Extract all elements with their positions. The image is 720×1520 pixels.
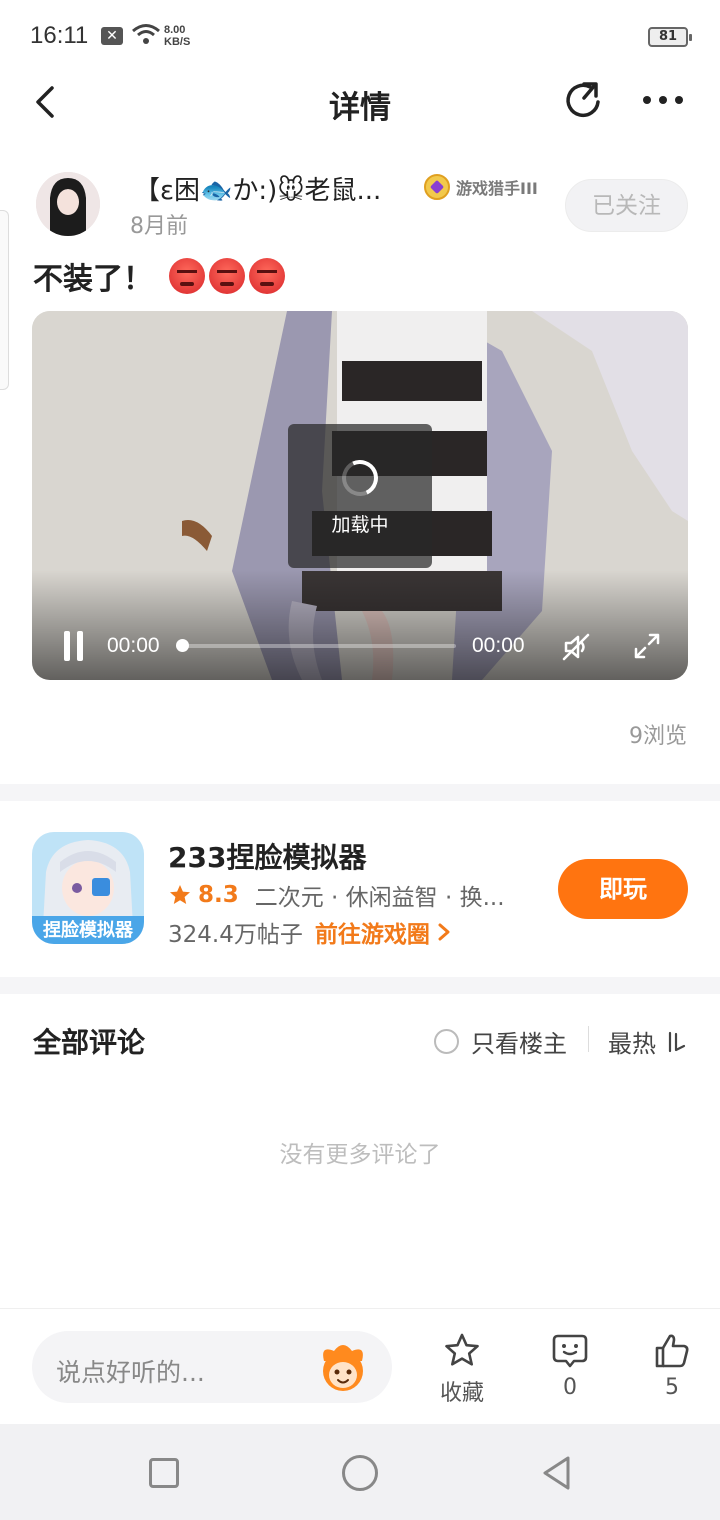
author-badge: 游戏猎手III [424, 172, 538, 202]
section-divider [0, 977, 720, 994]
comments-title: 全部评论 [33, 1026, 146, 1059]
notification-icon: ✕ [101, 27, 123, 45]
post-time: 8月前 [130, 214, 188, 239]
thumbs-up-icon [655, 1334, 689, 1368]
net-speed: 8.00 KB/S [164, 24, 191, 48]
game-name[interactable]: 233捏脸模拟器 [168, 836, 366, 876]
favorite-label: 收藏 [439, 1381, 484, 1406]
loading-spinner-icon [336, 454, 384, 502]
comment-input[interactable]: 说点好听的... [32, 1331, 392, 1403]
total-time: 00:00 [472, 634, 525, 657]
badge-label: 游戏猎手III [456, 179, 538, 198]
wifi-icon [132, 24, 160, 44]
more-icon[interactable] [640, 82, 686, 118]
post-title-text: 不装了！ [33, 262, 153, 297]
battery-icon: 81 [648, 27, 692, 47]
star-icon [170, 885, 190, 904]
comment-count: 0 [563, 1375, 577, 1400]
status-bar: 16:11 ✕ 8.00 KB/S 81 [0, 0, 720, 72]
like-button[interactable]: 5 [637, 1331, 707, 1400]
system-nav-bar [0, 1424, 720, 1520]
game-meta: 8.3 二次元 · 休闲益智 · 换... [168, 878, 508, 912]
recent-apps-icon[interactable] [149, 1458, 179, 1488]
comment-button[interactable]: 0 [535, 1331, 605, 1400]
page-title: 详情 [329, 90, 391, 126]
sort-icon [668, 1031, 686, 1052]
home-icon[interactable] [342, 1455, 378, 1491]
angry-face-icon [169, 258, 205, 294]
game-tags: 二次元 · 休闲益智 · 换... [254, 885, 505, 911]
like-count: 5 [665, 1375, 679, 1400]
only-owner-toggle[interactable]: 只看楼主 [434, 1024, 567, 1059]
view-count: 9浏览 [629, 724, 687, 749]
mute-icon[interactable] [560, 631, 592, 663]
badge-medal-icon [424, 174, 450, 200]
play-now-button[interactable]: 即玩 [558, 859, 688, 919]
follow-button[interactable]: 已关注 [565, 179, 688, 232]
game-icon[interactable]: 捏脸模拟器 [32, 832, 144, 944]
svg-text:捏脸模拟器: 捏脸模拟器 [43, 919, 134, 941]
video-player[interactable]: 加载中 00:00 00:00 [32, 311, 688, 680]
mascot-emoji-icon[interactable] [316, 1341, 370, 1393]
loading-overlay: 加载中 [288, 424, 432, 568]
chevron-right-icon [438, 923, 450, 941]
angry-emojis [169, 258, 285, 294]
sort-button[interactable]: 最热 [608, 1024, 688, 1059]
pause-icon[interactable] [62, 631, 86, 661]
angry-face-icon [249, 258, 285, 294]
author-avatar[interactable] [36, 172, 100, 236]
side-edge-tab[interactable] [0, 210, 9, 390]
comment-placeholder: 说点好听的... [56, 1358, 205, 1387]
game-posts-row: 324.4万帖子 前往游戏圈 [168, 915, 452, 949]
nav-back-icon[interactable] [540, 1454, 572, 1492]
top-bar: 详情 [0, 72, 720, 136]
status-time: 16:11 [30, 22, 89, 49]
author-name[interactable]: 【ε困🐟か:)🐭老鼠... [134, 170, 404, 207]
bottom-action-bar: 说点好听的... 收藏 0 5 [0, 1308, 720, 1424]
angry-face-icon [209, 258, 245, 294]
current-time: 00:00 [107, 634, 160, 657]
section-divider [0, 784, 720, 801]
video-progress-bar[interactable] [176, 639, 456, 652]
radio-icon[interactable] [434, 1029, 459, 1054]
comment-icon [552, 1334, 588, 1368]
star-outline-icon [445, 1333, 479, 1366]
favorite-button[interactable]: 收藏 [427, 1331, 497, 1407]
loading-text: 加载中 [331, 514, 389, 536]
divider [588, 1026, 589, 1052]
game-rating: 8.3 [198, 882, 239, 908]
goto-game-circle-link[interactable]: 前往游戏圈 [315, 915, 452, 949]
no-more-comments: 没有更多评论了 [279, 1142, 441, 1168]
share-icon[interactable] [562, 78, 606, 122]
fullscreen-icon[interactable] [632, 631, 662, 661]
post-title: 不装了！ [33, 256, 285, 297]
progress-handle[interactable] [176, 639, 189, 652]
game-posts-count: 324.4万帖子 [168, 922, 303, 948]
